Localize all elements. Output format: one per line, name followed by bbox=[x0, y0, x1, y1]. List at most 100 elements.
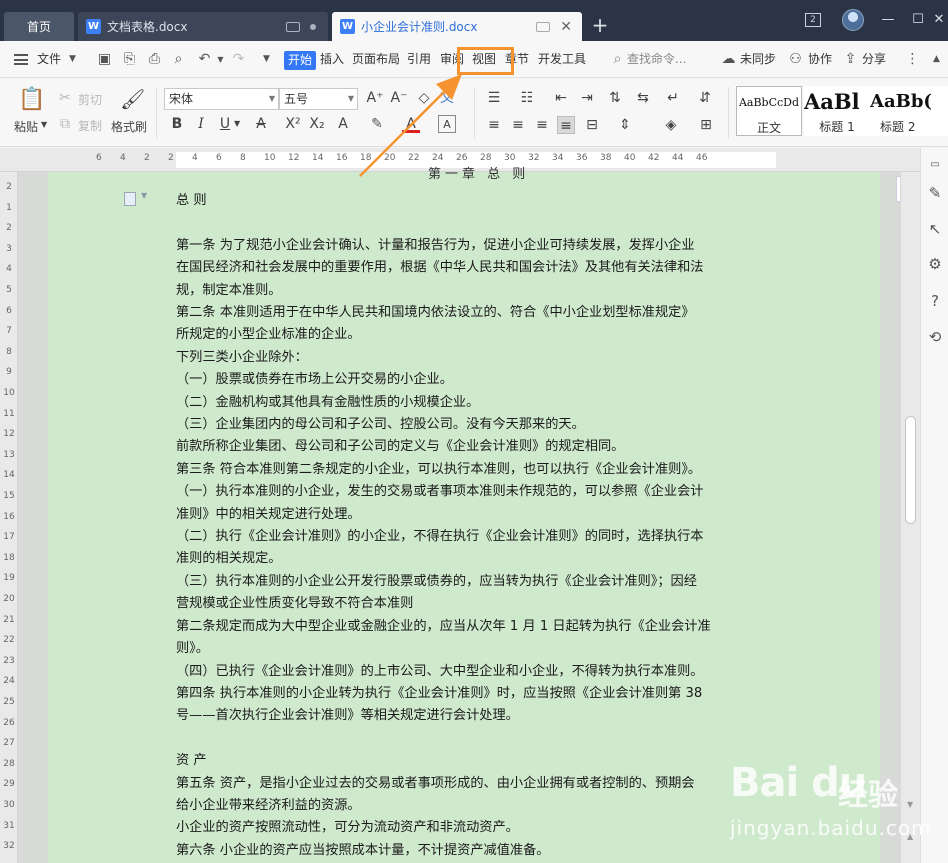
borders-icon[interactable]: ⊞ bbox=[697, 116, 715, 134]
justify-icon[interactable]: ≡ bbox=[557, 116, 575, 134]
cloud-sync-icon[interactable]: ☁ bbox=[720, 51, 737, 68]
character-border-icon[interactable]: A bbox=[438, 115, 456, 133]
minimize-icon[interactable]: — bbox=[878, 10, 898, 30]
menu-insert[interactable]: 插入 bbox=[320, 41, 344, 78]
tab-close-icon[interactable]: ✕ bbox=[560, 19, 572, 35]
font-color-icon[interactable]: A bbox=[402, 115, 420, 133]
paste-icon[interactable]: 📋 bbox=[18, 87, 45, 113]
menu-start[interactable]: 开始 bbox=[284, 51, 317, 70]
sync-status[interactable]: 未同步 bbox=[740, 41, 776, 78]
tab-document-table[interactable]: W 文档表格.docx bbox=[78, 12, 328, 41]
collaborate-icon[interactable]: ⚇ bbox=[787, 51, 804, 68]
font-name-select[interactable]: 宋体 ▼ bbox=[164, 88, 279, 110]
vertical-scrollbar[interactable]: ▼ ▲ bbox=[900, 172, 920, 863]
menu-file[interactable]: 文件 bbox=[37, 41, 61, 78]
underline-dropdown-icon[interactable]: ▼ bbox=[234, 119, 240, 128]
command-search-input[interactable]: 查找命令... bbox=[627, 41, 686, 78]
clear-format-icon[interactable]: ◇ bbox=[415, 89, 433, 107]
undo-icon[interactable]: ↶ bbox=[196, 51, 213, 68]
paste-dropdown-icon[interactable]: ▼ bbox=[41, 120, 47, 129]
cut-button[interactable]: 剪切 bbox=[78, 91, 102, 108]
vertical-ruler[interactable]: 2 1 2 3 4 5 6 7 8 9 10 11 12 13 14 15 16 17 18 19 20 21 22 23 24… bbox=[0, 172, 18, 863]
sort-icon[interactable]: ⇵ bbox=[696, 89, 714, 107]
format-painter-button[interactable]: 格式刷 bbox=[111, 118, 147, 135]
phonetic-guide-icon[interactable]: 文 bbox=[438, 89, 456, 107]
print-preview-icon[interactable]: ⌕ bbox=[170, 51, 187, 68]
style-heading-1[interactable]: AaBl 标题 1 bbox=[804, 86, 870, 136]
tab-float-window-icon[interactable] bbox=[286, 21, 300, 32]
share-icon[interactable]: ⇪ bbox=[842, 51, 859, 68]
pen-icon[interactable]: ✎ bbox=[926, 184, 944, 202]
print-icon[interactable]: ⎙ bbox=[146, 51, 163, 68]
panel-collapse-icon[interactable]: ▭ bbox=[926, 156, 944, 174]
menu-collaborate[interactable]: 协作 bbox=[808, 41, 832, 78]
bold-icon[interactable]: B bbox=[168, 115, 186, 133]
scroll-page-up-icon[interactable]: ▼ bbox=[907, 800, 913, 809]
style-heading-2[interactable]: AaBb( 标题 2 bbox=[870, 86, 948, 136]
bullet-list-icon[interactable]: ☰ bbox=[485, 89, 503, 107]
help-icon[interactable]: ? bbox=[926, 292, 944, 310]
chinese-layout-icon[interactable]: ⇅ bbox=[606, 89, 624, 107]
settings-sliders-icon[interactable]: ⚙ bbox=[926, 255, 944, 273]
shrink-font-icon[interactable]: A⁻ bbox=[390, 89, 408, 107]
format-painter-icon[interactable]: 🖌 bbox=[120, 87, 145, 111]
avatar[interactable] bbox=[842, 9, 864, 31]
document-body[interactable]: 总 则第一条 为了规范小企业会计确认、计量和报告行为，促进小企业可持续发展，发挥… bbox=[176, 190, 776, 862]
undo-dropdown-icon[interactable]: ▼ bbox=[212, 51, 229, 68]
close-window-icon[interactable]: ✕ bbox=[932, 10, 946, 30]
shading-icon[interactable]: ◈ bbox=[662, 116, 680, 134]
menu-chapter[interactable]: 章节 bbox=[505, 41, 529, 78]
export-pdf-icon[interactable]: ⎘ bbox=[121, 51, 138, 68]
menu-share[interactable]: 分享 bbox=[862, 41, 886, 78]
font-size-select[interactable]: 五号 ▼ bbox=[279, 88, 358, 110]
text-direction-icon[interactable]: ⇆ bbox=[634, 89, 652, 107]
scissors-icon[interactable]: ✂ bbox=[56, 89, 74, 107]
paste-button[interactable]: 粘贴 bbox=[14, 118, 38, 135]
highlight-icon[interactable]: ✎ bbox=[368, 115, 386, 133]
menu-view[interactable]: 视图 bbox=[472, 41, 496, 78]
numbered-list-icon[interactable]: ☷ bbox=[518, 89, 536, 107]
chevron-down-icon[interactable]: ▼ bbox=[64, 51, 81, 68]
distributed-align-icon[interactable]: ⊟ bbox=[583, 116, 601, 134]
align-right-icon[interactable]: ≡ bbox=[533, 116, 551, 134]
tab-home[interactable]: 首页 bbox=[4, 12, 74, 41]
decrease-indent-icon[interactable]: ⇤ bbox=[552, 89, 570, 107]
align-left-icon[interactable]: ≡ bbox=[485, 116, 503, 134]
scroll-page-down-icon[interactable]: ▲ bbox=[907, 832, 913, 841]
grow-font-icon[interactable]: A⁺ bbox=[366, 89, 384, 107]
menu-reference[interactable]: 引用 bbox=[407, 41, 431, 78]
show-hide-marks-icon[interactable]: ↵ bbox=[664, 89, 682, 107]
tab-float-window-icon[interactable] bbox=[536, 21, 551, 32]
more-options-icon[interactable]: ⋮ bbox=[904, 51, 921, 68]
style-normal[interactable]: AaBbCcDd 正文 bbox=[736, 86, 802, 136]
increase-indent-icon[interactable]: ⇥ bbox=[578, 89, 596, 107]
hamburger-menu-icon[interactable] bbox=[14, 54, 28, 65]
save-icon[interactable]: ▣ bbox=[96, 51, 113, 68]
copy-button[interactable]: 复制 bbox=[78, 117, 102, 134]
chevron-down-icon[interactable]: ▼ bbox=[141, 191, 147, 200]
italic-icon[interactable]: I bbox=[192, 115, 210, 133]
menu-page-layout[interactable]: 页面布局 bbox=[352, 41, 400, 78]
quick-access-dropdown-icon[interactable]: ▼ bbox=[258, 51, 275, 68]
menu-developer-tools[interactable]: 开发工具 bbox=[538, 41, 586, 78]
document-page[interactable]: 第一章 总 则 ▼ 总 则第一条 为了规范小企业会计确认、计量和报告行为，促进小… bbox=[48, 167, 926, 863]
text-effect-icon[interactable]: A bbox=[334, 115, 352, 133]
subscript-icon[interactable]: X₂ bbox=[308, 115, 326, 133]
menu-review[interactable]: 审阅 bbox=[440, 41, 464, 78]
copy-icon[interactable]: ⧉ bbox=[56, 115, 74, 133]
collapse-ribbon-icon[interactable]: ▲ bbox=[928, 51, 945, 68]
redo-icon[interactable]: ↷ bbox=[230, 51, 247, 68]
window-count-icon[interactable]: 2 bbox=[805, 13, 821, 27]
superscript-icon[interactable]: X² bbox=[284, 115, 302, 133]
strikethrough-icon[interactable]: A bbox=[252, 115, 270, 133]
backup-icon[interactable]: ⟲ bbox=[926, 328, 944, 346]
scrollbar-thumb[interactable] bbox=[905, 416, 916, 524]
line-spacing-icon[interactable]: ⇕ bbox=[616, 116, 634, 134]
tab-small-enterprise-accounting[interactable]: W 小企业会计准则.docx ✕ bbox=[332, 12, 582, 41]
underline-icon[interactable]: U bbox=[216, 115, 234, 133]
new-tab-button[interactable]: + bbox=[590, 12, 610, 38]
document-nav-icon[interactable] bbox=[124, 192, 136, 206]
align-center-icon[interactable]: ≡ bbox=[509, 116, 527, 134]
maximize-icon[interactable]: ☐ bbox=[908, 10, 928, 30]
cursor-select-icon[interactable]: ↖ bbox=[926, 220, 944, 238]
